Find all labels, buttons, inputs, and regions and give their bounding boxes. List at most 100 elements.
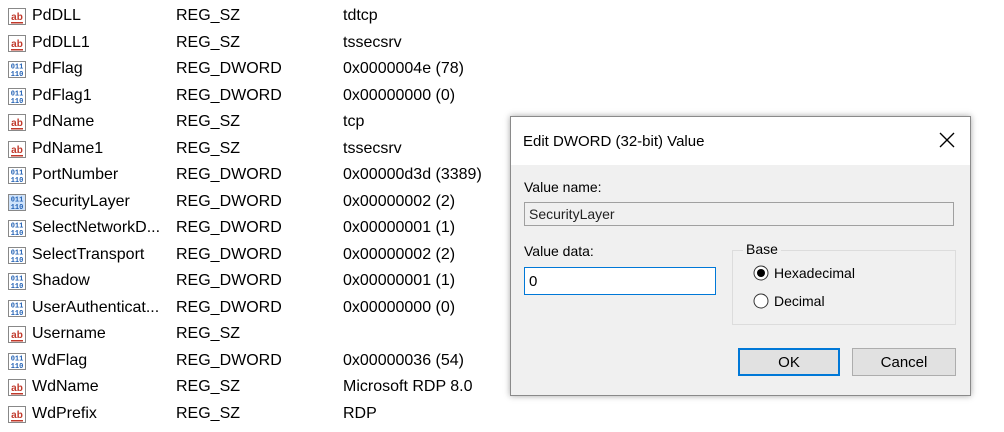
close-icon xyxy=(939,132,955,148)
value-data: 0x00000001 (1) xyxy=(343,219,456,236)
value-data: 0x00000001 (1) xyxy=(343,272,456,289)
value-data: 0x00000002 (2) xyxy=(343,192,456,210)
value-type: REG_SZ xyxy=(176,7,241,24)
value-name: PdDLL1 xyxy=(32,33,90,51)
registry-row[interactable]: 011 110 UserAuthenticat... REG_DWORD 0x00000… xyxy=(0,295,520,322)
registry-row[interactable]: ab PdDLL1 REG_SZ tssecsrv xyxy=(0,30,520,57)
registry-row[interactable]: ab WdPrefix REG_SZ RDP xyxy=(0,401,520,428)
registry-row[interactable]: 011 110 PdFlag1 REG_DWORD 0x00000000 (0) xyxy=(0,83,520,110)
string-value-icon: ab xyxy=(8,34,26,52)
value-name: Shadow xyxy=(32,272,90,289)
string-value-icon: ab xyxy=(8,405,26,423)
binary-value-icon: 011 110 xyxy=(8,220,26,238)
value-name: SelectNetworkD... xyxy=(32,219,161,236)
dialog-title: Edit DWORD (32-bit) Value xyxy=(523,133,705,150)
string-value-icon: ab xyxy=(8,379,26,396)
string-value-icon: ab xyxy=(8,140,26,158)
radio-decimal[interactable]: Decimal xyxy=(753,293,825,309)
value-data-label: Value data: xyxy=(524,243,594,259)
value-name: PortNumber xyxy=(32,166,119,183)
registry-row[interactable]: 011 110 SelectNetworkD... REG_DWORD 0x000000… xyxy=(0,215,520,242)
value-type: REG_SZ xyxy=(176,404,241,422)
string-value-icon: ab xyxy=(8,326,26,343)
radio-unselected-icon xyxy=(753,293,769,309)
registry-row[interactable]: 011 110 PortNumber REG_DWORD 0x00000d3d (338… xyxy=(0,162,520,189)
value-name-label: Value name: xyxy=(524,179,602,195)
value-type: REG_DWORD xyxy=(176,86,282,104)
svg-text:ab: ab xyxy=(11,12,23,23)
value-name: PdFlag xyxy=(32,60,83,77)
radio-hexadecimal[interactable]: Hexadecimal xyxy=(753,265,855,281)
svg-text:110: 110 xyxy=(11,283,24,290)
value-name: PdDLL xyxy=(32,7,81,24)
svg-text:ab: ab xyxy=(11,39,23,50)
binary-value-icon: 011 110 xyxy=(8,273,26,291)
registry-row[interactable]: 011 110 WdFlag REG_DWORD 0x00000036 (54) xyxy=(0,348,520,375)
string-value-icon: ab xyxy=(8,114,26,131)
registry-row[interactable]: 011 110 Shadow REG_DWORD 0x00000001 (1) xyxy=(0,268,520,295)
value-data: 0x0000004e (78) xyxy=(343,60,464,77)
value-type: REG_SZ xyxy=(176,113,241,130)
value-name: WdFlag xyxy=(32,351,88,369)
value-data: tdtcp xyxy=(343,7,378,24)
value-type: REG_DWORD xyxy=(176,60,282,77)
value-name: SecurityLayer xyxy=(32,192,130,210)
binary-value-icon: 011 110 xyxy=(8,352,26,371)
value-name: PdName xyxy=(32,113,95,130)
value-type: REG_SZ xyxy=(176,378,241,395)
value-name: UserAuthenticat... xyxy=(32,298,160,316)
registry-row[interactable]: 011 110 SelectTransport REG_DWORD 0x00000002… xyxy=(0,242,520,269)
value-name: PdName1 xyxy=(32,139,104,157)
svg-text:110: 110 xyxy=(11,204,24,211)
svg-text:110: 110 xyxy=(11,310,24,317)
svg-text:110: 110 xyxy=(11,230,24,237)
registry-row[interactable]: ab WdName REG_SZ Microsoft RDP 8.0 xyxy=(0,374,520,401)
registry-value-list: ab PdDLL REG_SZ tdtcp ab PdDLL1 REG_SZ tssecsrv… xyxy=(0,3,520,427)
registry-row[interactable]: ab Username REG_SZ xyxy=(0,321,520,348)
svg-text:ab: ab xyxy=(11,145,23,156)
string-value-icon: ab xyxy=(8,8,26,25)
value-type: REG_DWORD xyxy=(176,245,282,263)
value-data: 0x00000002 (2) xyxy=(343,245,456,263)
value-name-field: SecurityLayer xyxy=(524,202,954,226)
registry-row[interactable]: ab PdDLL REG_SZ tdtcp xyxy=(0,3,520,30)
value-type: REG_DWORD xyxy=(176,192,282,210)
value-type: REG_SZ xyxy=(176,33,241,51)
registry-row[interactable]: ab PdName REG_SZ tcp xyxy=(0,109,520,136)
value-name: WdName xyxy=(32,378,99,395)
registry-row[interactable]: 011 110 SecurityLayer REG_DWORD 0x00000002 (… xyxy=(0,189,520,216)
value-type: REG_DWORD xyxy=(176,351,282,369)
svg-text:110: 110 xyxy=(11,257,24,264)
binary-value-icon: 011 110 xyxy=(8,61,26,79)
ok-button[interactable]: OK xyxy=(738,348,840,376)
svg-text:110: 110 xyxy=(11,71,24,78)
value-data: tcp xyxy=(343,113,365,130)
edit-dword-dialog: Edit DWORD (32-bit) Value Value name: Se… xyxy=(510,116,971,396)
value-data: Microsoft RDP 8.0 xyxy=(343,378,473,395)
value-name: PdFlag1 xyxy=(32,86,92,104)
cancel-button[interactable]: Cancel xyxy=(852,348,956,376)
value-data: 0x00000d3d (3389) xyxy=(343,166,482,183)
svg-text:ab: ab xyxy=(11,118,23,129)
binary-value-icon: 011 110 xyxy=(8,167,26,185)
registry-row[interactable]: ab PdName1 REG_SZ tssecsrv xyxy=(0,136,520,163)
value-type: REG_DWORD xyxy=(176,272,282,289)
value-data: tssecsrv xyxy=(343,139,402,157)
svg-text:ab: ab xyxy=(11,410,23,421)
hexadecimal-label: Hexadecimal xyxy=(774,265,855,281)
value-data: 0x00000000 (0) xyxy=(343,86,456,104)
value-data-input[interactable] xyxy=(524,267,716,295)
base-group: Base Hexadecimal Decimal xyxy=(732,241,956,325)
binary-value-icon: 011 110 xyxy=(8,246,26,265)
binary-value-icon: 011 110 xyxy=(8,193,26,212)
value-type: REG_SZ xyxy=(176,325,241,342)
registry-row[interactable]: 011 110 PdFlag REG_DWORD 0x0000004e (78) xyxy=(0,56,520,83)
value-name: SelectTransport xyxy=(32,245,145,263)
value-data: 0x00000000 (0) xyxy=(343,298,456,316)
value-type: REG_DWORD xyxy=(176,166,282,183)
value-type: REG_SZ xyxy=(176,139,241,157)
value-type: REG_DWORD xyxy=(176,298,282,316)
decimal-label: Decimal xyxy=(774,293,825,309)
close-button[interactable] xyxy=(934,127,960,153)
svg-text:ab: ab xyxy=(11,383,23,394)
